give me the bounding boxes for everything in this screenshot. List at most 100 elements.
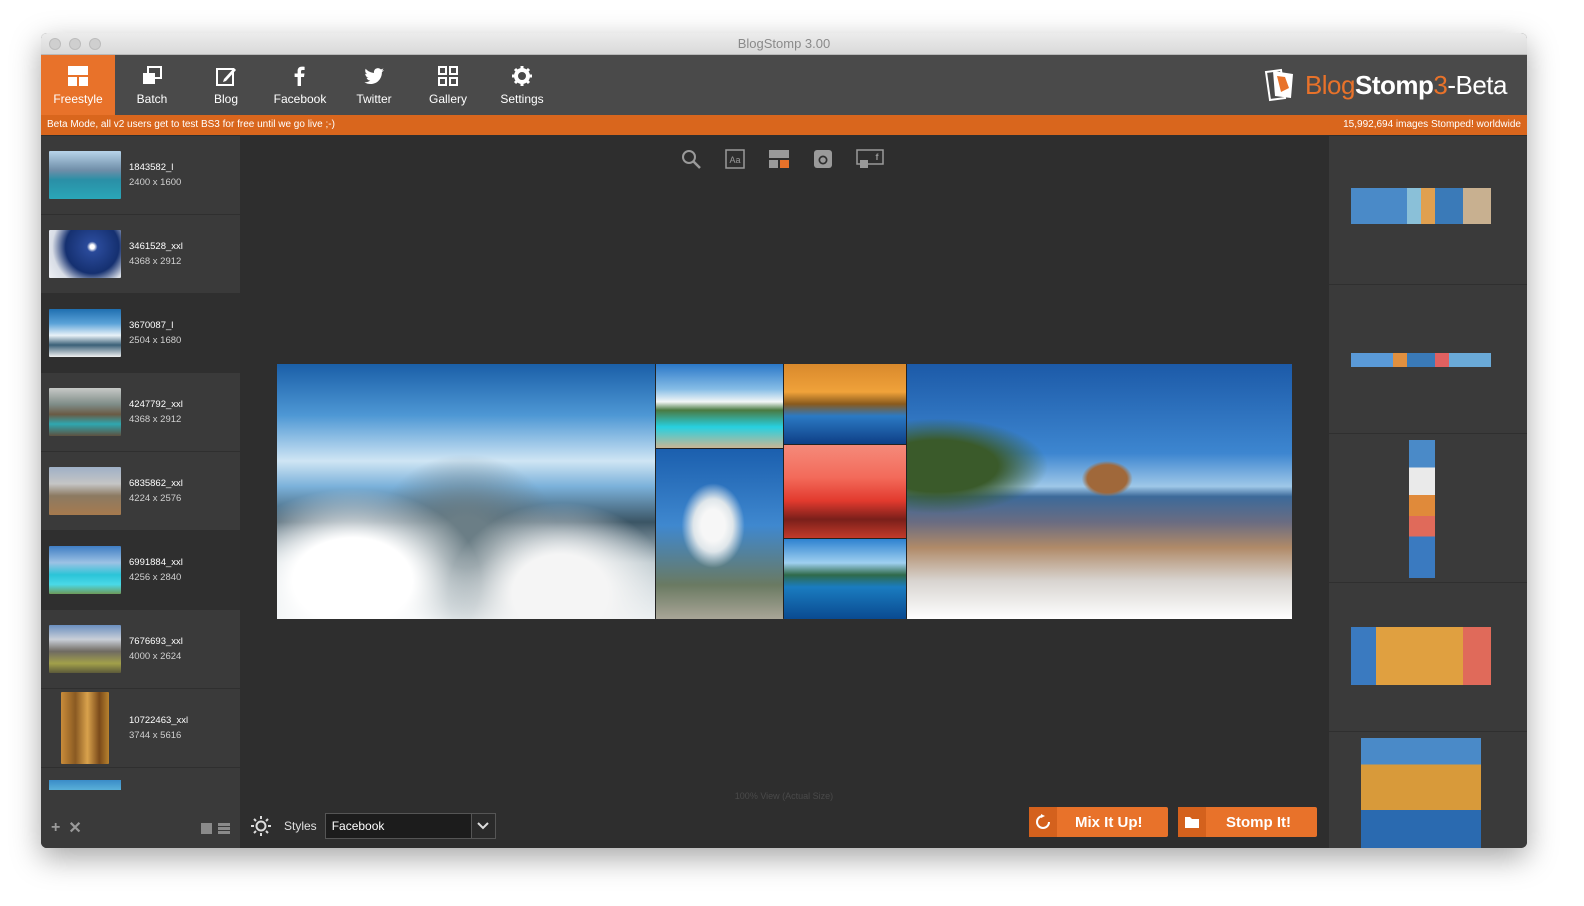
image-dimensions: 4368 x 2912 [129,256,182,267]
collage-column-3 [784,364,906,619]
brand-logo: Blog Stomp 3 -Beta [1263,68,1507,102]
collage-image-mountain-clouds [277,364,655,619]
image-list-sidebar: 1843582_l 2400 x 1600 3461528_xxl 4368 x 2… [41,136,240,848]
image-name: 3461528_xxl [129,241,183,252]
collage-preview[interactable] [277,364,1292,619]
text-icon[interactable]: Aa [724,148,746,170]
layout-preview [1351,627,1491,685]
collage-image-geyser [656,449,783,619]
tab-settings[interactable]: Settings [485,55,559,115]
title-bar: BlogStomp 3.00 [41,33,1527,55]
stomp-it-button[interactable]: Stomp It! [1178,807,1317,837]
folder-icon [1178,807,1206,837]
facebook-icon [294,66,305,86]
remove-image-icon[interactable]: ✕ [68,818,81,838]
window-title: BlogStomp 3.00 [737,36,831,51]
styles-selected-value: Facebook [331,819,385,833]
facebook-preview-icon[interactable]: f [856,148,884,170]
tab-gallery[interactable]: Gallery [411,55,485,115]
shuffle-icon [1029,807,1057,837]
main-area: 1843582_l 2400 x 1600 3461528_xxl 4368 x 2… [41,136,1527,848]
blog-edit-icon [216,67,236,86]
image-name: 6835862_xxl [129,478,183,489]
blogstomp-logo-icon [1264,68,1293,102]
styles-label: Styles [284,819,317,833]
tab-batch[interactable]: Batch [115,55,189,115]
add-image-icon[interactable]: + [51,819,60,837]
instagram-icon[interactable] [812,148,834,170]
image-dimensions: 4368 x 2912 [129,414,182,425]
image-list-item[interactable]: 7676693_xxl 4000 x 2624 [41,610,240,689]
image-thumbnail [49,467,121,515]
zoom-level-label: 100% View (Actual Size) [734,791,834,801]
layout-preview [1361,738,1481,848]
brand-text-beta: -Beta [1447,69,1507,100]
layout-icon[interactable] [768,148,790,170]
gallery-grid-icon [438,65,458,86]
single-view-icon[interactable] [201,822,212,834]
styles-dropdown[interactable]: Facebook [324,813,496,839]
tab-blog[interactable]: Blog [189,55,263,115]
collage-image-turquoise-beach [656,364,783,448]
image-list-item[interactable]: 3670087_l 2504 x 1680 [41,294,240,373]
image-name: 7676693_xxl [129,636,183,647]
layout-preview [1351,353,1491,367]
chevron-down-icon[interactable] [470,814,495,838]
image-dimensions: 4256 x 2840 [129,572,182,583]
layout-option[interactable] [1329,434,1527,583]
gear-icon [512,65,532,86]
collage-image-cathedral-cove [907,364,1292,619]
close-window-button[interactable] [49,38,61,50]
image-list-item[interactable]: 3461528_xxl 4368 x 2912 [41,215,240,294]
svg-text:Aa: Aa [729,155,740,165]
image-list-item[interactable]: 10722463_xxl 3744 x 5616 [41,689,240,768]
layout-option[interactable] [1329,583,1527,732]
image-name: 1843582_l [129,162,174,173]
image-thumbnail [49,309,121,357]
tab-gallery-label: Gallery [428,91,467,106]
tab-twitter[interactable]: Twitter [337,55,411,115]
image-list-item[interactable]: 6835862_xxl 4224 x 2576 [41,452,240,531]
tab-blog-label: Blog [213,91,239,106]
brand-text-stomp: Stomp [1354,69,1434,100]
image-dimensions: 2504 x 1680 [129,335,182,346]
collage-column-2 [656,364,783,619]
stomp-it-label: Stomp It! [1226,813,1291,831]
image-list-item[interactable]: 4247792_xxl 4368 x 2912 [41,373,240,452]
image-thumbnail [49,625,121,673]
layout-option[interactable] [1329,285,1527,434]
layout-option[interactable] [1329,136,1527,285]
layout-preview [1409,440,1435,578]
search-icon[interactable] [680,148,702,170]
tab-batch-label: Batch [136,91,168,106]
twitter-icon [364,67,384,84]
tab-facebook[interactable]: Facebook [263,55,337,115]
mix-it-up-label: Mix It Up! [1075,813,1143,831]
minimize-window-button[interactable] [69,38,81,50]
mix-it-up-button[interactable]: Mix It Up! [1029,807,1168,837]
image-dimensions: 4000 x 2624 [129,651,182,662]
image-thumbnail [61,692,109,764]
beta-message: Beta Mode, all v2 users get to test BS3 … [47,119,335,130]
image-name: 10722463_xxl [129,715,189,726]
zoom-window-button[interactable] [89,38,101,50]
tab-freestyle[interactable]: Freestyle [41,55,115,115]
image-list-item[interactable]: 1843582_l 2400 x 1600 [41,136,240,215]
brightness-icon[interactable] [250,815,272,837]
svg-text:f: f [876,152,880,162]
image-list-item[interactable]: 6991884_xxl 4256 x 2840 [41,531,240,610]
brand-text-version: 3 [1433,69,1448,100]
brand-text-blog: Blog [1304,69,1356,100]
list-view-icon[interactable] [218,822,230,834]
freestyle-layout-icon [68,65,88,86]
canvas-iconbar: Aa f [680,148,884,170]
collage-image-sunset [784,445,906,538]
image-thumbnail [49,151,121,199]
collage-image-lake [784,539,906,619]
image-dimensions: 2400 x 1600 [129,177,182,188]
main-toolbar: Freestyle Batch Blog Facebook Twitter Ga… [41,55,1527,115]
image-thumbnail [49,230,121,278]
layout-option[interactable] [1329,732,1527,848]
stomp-counter: 15,992,694 images Stomped! worldwide [1343,119,1521,130]
beta-banner: Beta Mode, all v2 users get to test BS3 … [41,115,1527,135]
